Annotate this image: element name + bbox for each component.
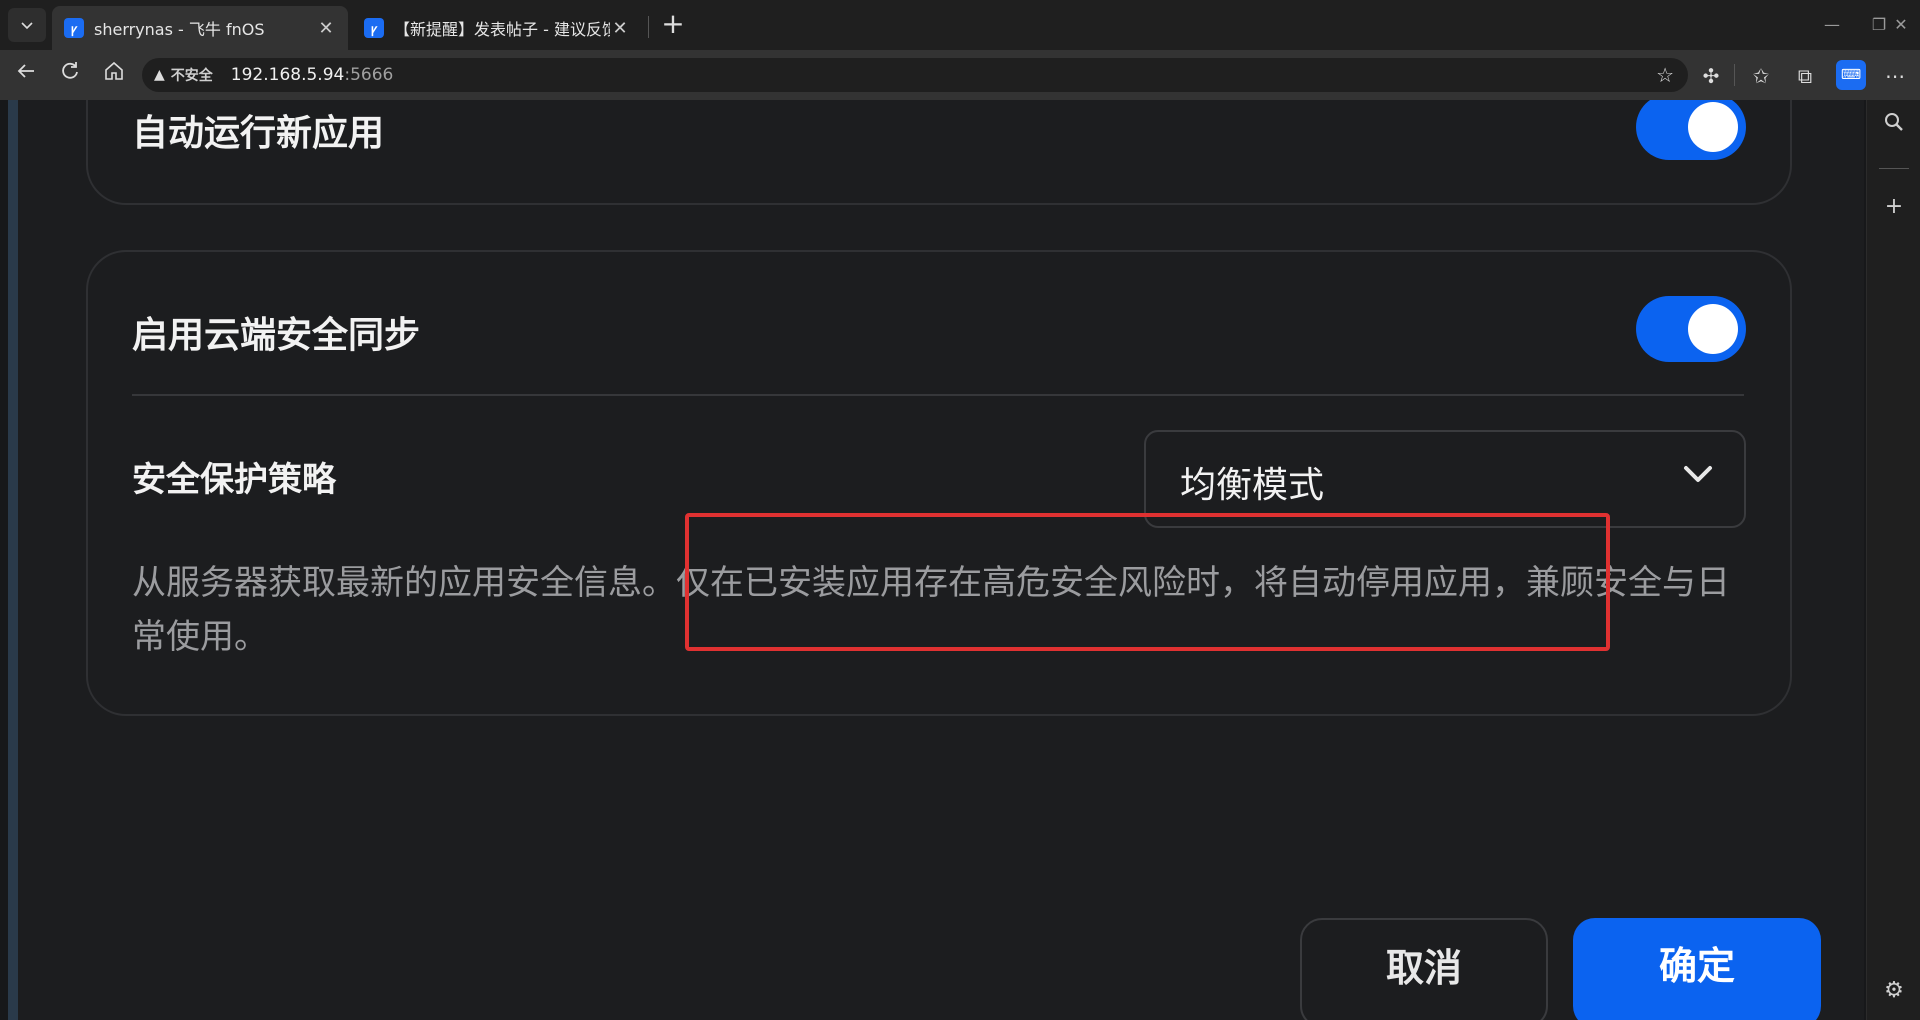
back-arrow-icon (17, 64, 34, 78)
home-button[interactable] (98, 60, 130, 90)
page-content: 自动运行新应用 启用云端安全同步 安全保护策略 均衡模式 从服务器获取最新的应用… (0, 100, 1866, 1020)
tab-strip: ꝩ sherrynas - 飞牛 fnOS ✕ ꝩ 【新提醒】发表帖子 - 建议… (0, 0, 1920, 50)
browser-toolbar: ▲ 不安全 192.168.5.94 :5666 ☆ ✣ ✩ ⧉ ⋯ (0, 50, 1920, 100)
tab-fnos[interactable]: ꝩ sherrynas - 飞牛 fnOS ✕ (52, 6, 348, 50)
add-icon[interactable]: + (1877, 190, 1911, 224)
confirm-button[interactable]: 确定 (1573, 918, 1821, 1020)
fnos-favicon-icon: ꝩ (364, 18, 384, 38)
policy-label: 安全保护策略 (132, 460, 336, 500)
close-tab-icon[interactable]: ✕ (610, 18, 630, 39)
favorite-star-icon[interactable]: ☆ (1656, 63, 1674, 87)
tab-actions-menu-button[interactable] (8, 8, 46, 42)
browser-sidebar: + ⚙ (1866, 100, 1920, 1020)
cloud-sync-toggle[interactable] (1636, 296, 1746, 362)
toggle-knob (1688, 304, 1738, 354)
search-icon[interactable] (1877, 110, 1911, 144)
close-tab-icon[interactable]: ✕ (316, 18, 336, 39)
minimize-button[interactable]: — (1812, 10, 1852, 40)
security-settings-dialog: 自动运行新应用 启用云端安全同步 安全保护策略 均衡模式 从服务器获取最新的应用… (18, 100, 1864, 1020)
background-strip (8, 100, 18, 1020)
tab-title: 【新提醒】发表帖子 - 建议反馈 飞 (394, 20, 610, 39)
url-host: 192.168.5.94 (230, 65, 345, 85)
address-bar[interactable]: ▲ 不安全 192.168.5.94 :5666 ☆ (142, 58, 1688, 92)
toolbar-separator (1734, 64, 1735, 86)
new-tab-button[interactable]: + (658, 10, 688, 40)
url-port: :5666 (344, 65, 394, 85)
chevron-down-icon (21, 22, 33, 30)
warning-icon: ▲ (154, 67, 165, 83)
tab-title: sherrynas - 飞牛 fnOS (94, 20, 265, 39)
cancel-button[interactable]: 取消 (1300, 918, 1548, 1020)
more-menu-icon[interactable]: ⋯ (1880, 62, 1910, 90)
reload-icon (62, 62, 78, 79)
tab-separator (648, 16, 649, 38)
collections-icon[interactable]: ⧉ (1790, 62, 1820, 90)
section-divider (132, 394, 1744, 396)
cloud-sync-label: 启用云端安全同步 (132, 315, 421, 356)
back-button[interactable] (10, 60, 42, 90)
annotation-highlight-box (685, 513, 1610, 651)
policy-selected-value: 均衡模式 (1180, 465, 1325, 506)
toggle-knob (1688, 102, 1738, 152)
tab-forum[interactable]: ꝩ 【新提醒】发表帖子 - 建议反馈 飞 ✕ (352, 6, 642, 50)
auto-run-label: 自动运行新应用 (132, 113, 385, 154)
fnos-favicon-icon: ꝩ (64, 18, 84, 38)
profile-avatar-icon[interactable]: ⌨ (1836, 60, 1866, 90)
auto-run-toggle[interactable] (1636, 100, 1746, 160)
chevron-down-icon (1684, 466, 1712, 482)
home-icon (105, 61, 123, 80)
favorites-icon[interactable]: ✩ (1746, 62, 1776, 90)
gear-icon[interactable]: ⚙ (1877, 974, 1911, 1008)
reload-button[interactable] (54, 60, 86, 90)
close-window-button[interactable]: ✕ (1886, 10, 1916, 40)
security-label[interactable]: 不安全 (171, 65, 213, 85)
extensions-icon[interactable]: ✣ (1696, 62, 1726, 90)
sidebar-divider (1879, 168, 1909, 169)
